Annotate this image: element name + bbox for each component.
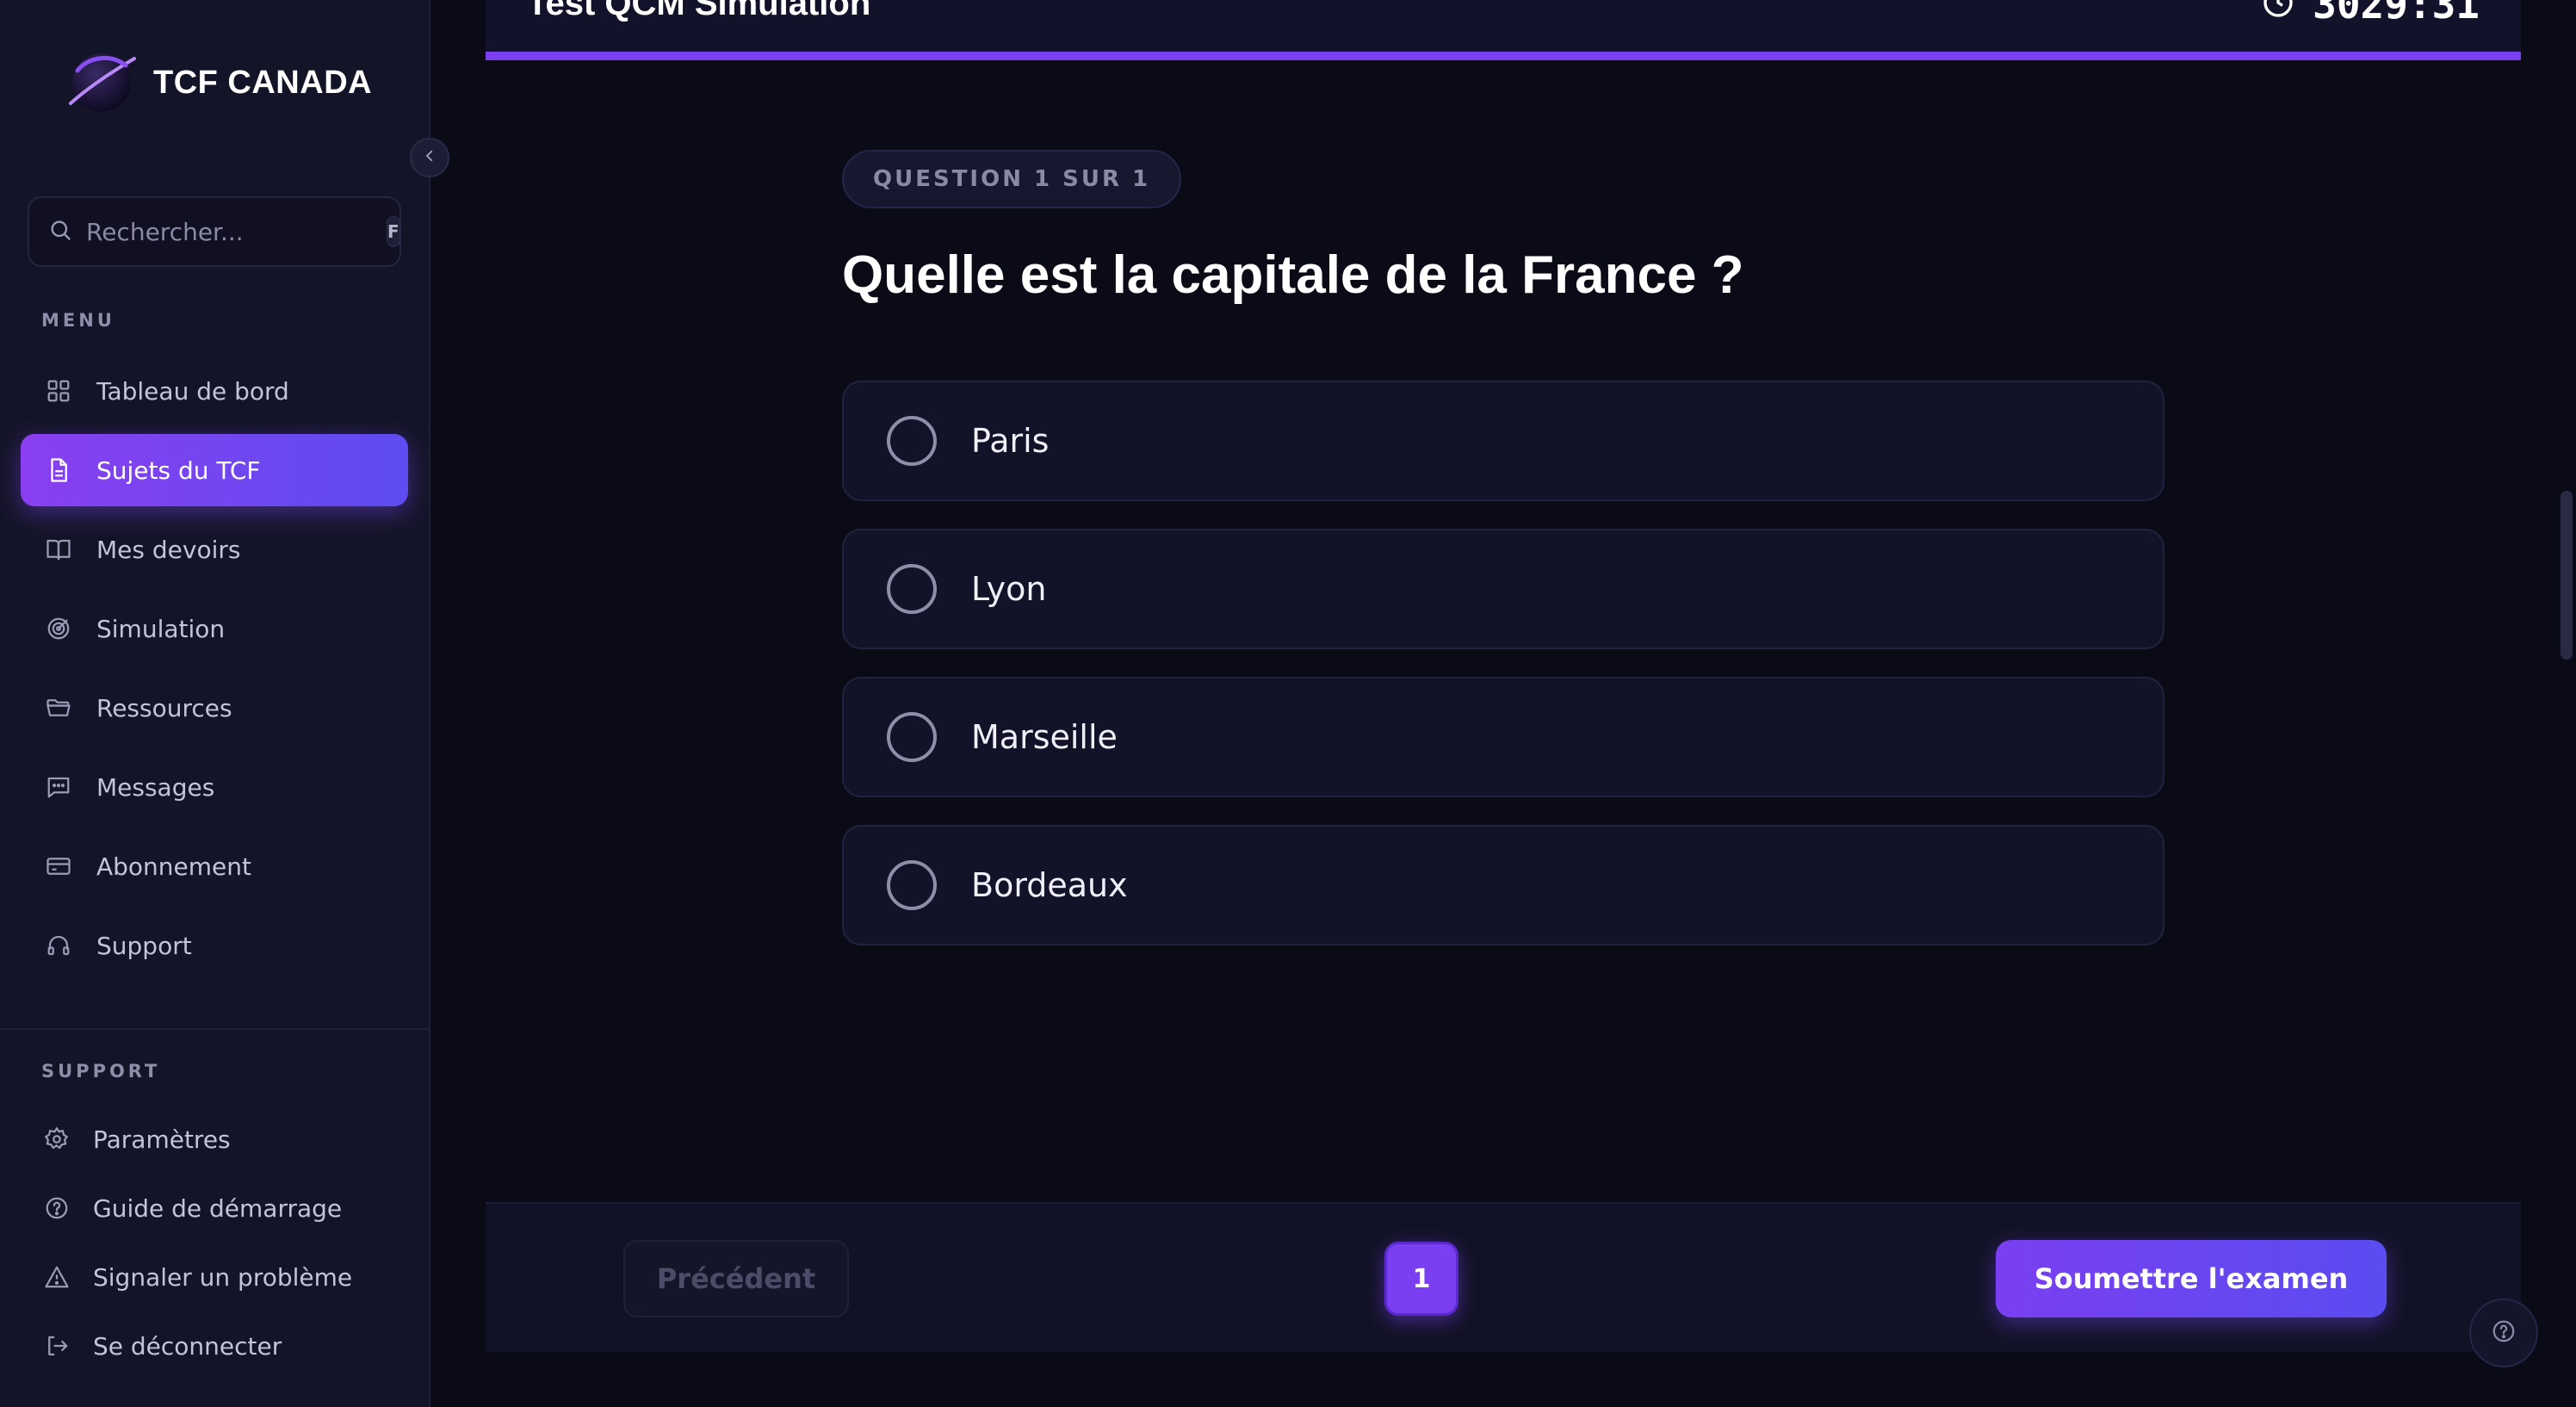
search-shortcut-badge: F <box>387 216 400 247</box>
grid-icon <box>43 375 74 406</box>
sidebar-item-label: Paramètres <box>93 1125 231 1154</box>
sidebar-item-getting-started[interactable]: Guide de démarrage <box>21 1178 408 1238</box>
timer-value: 3029:31 <box>2313 0 2480 28</box>
question-counter-badge: QUESTION 1 SUR 1 <box>842 150 1182 208</box>
answer-option-label: Paris <box>971 422 1050 460</box>
sidebar-item-messages[interactable]: Messages <box>21 751 408 823</box>
answer-option-label: Bordeaux <box>971 866 1128 904</box>
answer-option-label: Marseille <box>971 718 1118 756</box>
submit-exam-button[interactable]: Soumettre l'examen <box>1996 1240 2387 1317</box>
sidebar-item-report-problem[interactable]: Signaler un problème <box>21 1247 408 1307</box>
gear-icon <box>41 1124 72 1155</box>
app-window: TCF CANADA F MENU Tableau de bord Sujets… <box>0 0 2576 1407</box>
warning-icon <box>41 1261 72 1292</box>
sidebar-item-label: Se déconnecter <box>93 1331 282 1361</box>
help-circle-icon <box>2491 1318 2517 1348</box>
sidebar-item-tcf-subjects[interactable]: Sujets du TCF <box>21 434 408 506</box>
answer-option-label: Lyon <box>971 570 1047 608</box>
collapse-sidebar-button[interactable] <box>410 138 449 177</box>
sidebar-item-settings[interactable]: Paramètres <box>21 1109 408 1169</box>
previous-button[interactable]: Précédent <box>623 1240 849 1317</box>
sidebar-item-label: Simulation <box>96 614 226 643</box>
search-input[interactable] <box>86 217 387 246</box>
radio-button[interactable] <box>887 712 937 762</box>
radio-button[interactable] <box>887 860 937 910</box>
brand-logo[interactable]: TCF CANADA <box>62 45 372 121</box>
sidebar-item-homework[interactable]: Mes devoirs <box>21 513 408 586</box>
sidebar-item-resources[interactable]: Ressources <box>21 672 408 744</box>
card-icon <box>43 851 74 882</box>
answer-option[interactable]: Lyon <box>842 529 2164 649</box>
logout-icon <box>41 1330 72 1361</box>
help-button[interactable] <box>2469 1299 2538 1367</box>
sidebar-item-simulation[interactable]: Simulation <box>21 592 408 665</box>
radio-button[interactable] <box>887 564 937 614</box>
question-text: Quelle est la capitale de la France ? <box>842 245 1744 305</box>
answer-option[interactable]: Marseille <box>842 677 2164 797</box>
exam-title: Test QCM Simulation <box>527 0 871 22</box>
sidebar-item-label: Messages <box>96 772 215 802</box>
sidebar-item-label: Signaler un problème <box>93 1262 353 1292</box>
message-icon <box>43 772 74 803</box>
exam-timer: 3029:31 <box>2261 0 2480 28</box>
menu-section-label: MENU <box>41 310 115 331</box>
brand-name: TCF CANADA <box>153 64 373 101</box>
radio-button[interactable] <box>887 416 937 466</box>
sidebar-item-dashboard[interactable]: Tableau de bord <box>21 355 408 427</box>
exam-header: Test QCM Simulation 3029:31 <box>486 0 2521 60</box>
answer-option[interactable]: Bordeaux <box>842 825 2164 945</box>
search-box[interactable]: F <box>28 196 401 267</box>
question-page-button[interactable]: 1 <box>1384 1242 1458 1316</box>
sidebar-item-label: Sujets du TCF <box>96 456 261 485</box>
sidebar-item-label: Mes devoirs <box>96 535 241 564</box>
exam-footer: Précédent 1 Soumettre l'examen <box>486 1202 2521 1352</box>
sidebar: TCF CANADA F MENU Tableau de bord Sujets… <box>0 0 430 1407</box>
folder-icon <box>43 692 74 723</box>
sidebar-item-support[interactable]: Support <box>21 909 408 982</box>
scrollbar-thumb[interactable] <box>2561 491 2573 660</box>
headset-icon <box>43 930 74 961</box>
sidebar-item-label: Tableau de bord <box>96 376 289 406</box>
chevron-left-icon <box>422 148 437 167</box>
planet-logo-icon <box>62 45 138 121</box>
sidebar-item-logout[interactable]: Se déconnecter <box>21 1316 408 1376</box>
sidebar-item-label: Abonnement <box>96 852 252 881</box>
search-icon <box>48 218 72 245</box>
support-section-label: SUPPORT <box>41 1061 161 1082</box>
clock-icon <box>2261 0 2295 23</box>
answer-option[interactable]: Paris <box>842 381 2164 501</box>
sidebar-item-label: Ressources <box>96 693 232 722</box>
sidebar-divider <box>0 1028 430 1030</box>
target-icon <box>43 613 74 644</box>
document-icon <box>43 455 74 486</box>
sidebar-item-label: Support <box>96 931 192 960</box>
sidebar-item-subscription[interactable]: Abonnement <box>21 830 408 902</box>
help-circle-icon <box>41 1193 72 1224</box>
book-icon <box>43 534 74 565</box>
sidebar-item-label: Guide de démarrage <box>93 1193 343 1223</box>
